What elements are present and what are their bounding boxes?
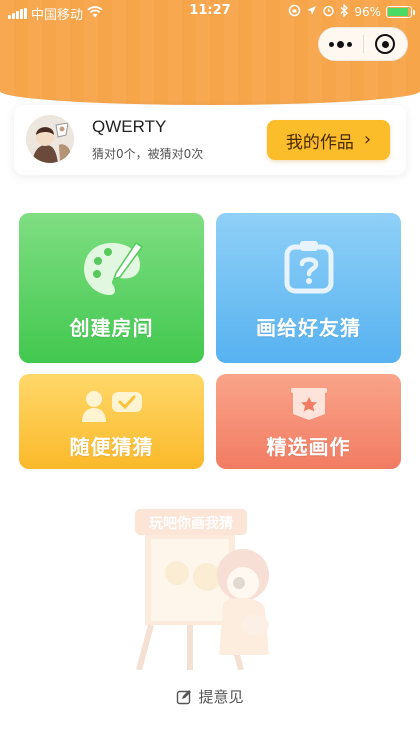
create-room-label: 创建房间 <box>69 316 154 340</box>
battery-icon <box>386 6 415 18</box>
create-room-button[interactable]: 创建房间 <box>19 213 204 363</box>
location-icon <box>306 5 317 19</box>
guess-stats: 猜对0个，被猜对0次 <box>92 147 204 161</box>
featured-works-button[interactable]: 精选画作 <box>216 374 401 469</box>
avatar[interactable] <box>26 115 74 163</box>
featured-works-label: 精选画作 <box>266 435 351 459</box>
chevron-right-icon: › <box>363 129 372 150</box>
profile-card: QWERTY 猜对0个，被猜对0次 我的作品 › <box>14 105 406 175</box>
username: QWERTY <box>92 117 167 136</box>
person-check-icon <box>81 391 142 422</box>
feedback-label: 提意见 <box>198 688 244 706</box>
my-works-label: 我的作品 <box>285 132 354 153</box>
edit-icon <box>177 689 192 704</box>
star-ribbon-icon <box>290 388 327 420</box>
random-guess-label: 随便猜猜 <box>69 435 154 459</box>
question-clipboard-icon <box>284 241 333 294</box>
random-guess-button[interactable]: 随便猜猜 <box>19 374 204 469</box>
draw-for-friends-button[interactable]: 画给好友猜 <box>216 213 401 363</box>
alarm-icon <box>322 4 335 20</box>
mini-program-capsule <box>318 27 408 61</box>
feedback-link[interactable]: 提意见 <box>0 686 420 707</box>
draw-for-friends-label: 画给好友猜 <box>256 316 361 340</box>
mascot-easel-illustration: 玩吧你画我猜 <box>135 509 269 670</box>
target-icon <box>375 34 396 54</box>
status-bar: 中国移动 11:27 96% <box>0 0 420 24</box>
palette-icon <box>83 241 143 295</box>
rotation-lock-icon <box>288 4 301 20</box>
close-mini-program-button[interactable] <box>364 34 408 54</box>
my-works-button[interactable]: 我的作品 › <box>267 120 390 160</box>
more-menu-button[interactable] <box>319 40 363 48</box>
bluetooth-icon <box>340 3 349 20</box>
battery-percent: 96% <box>354 5 381 19</box>
illustration-sign-text: 玩吧你画我猜 <box>149 515 233 532</box>
